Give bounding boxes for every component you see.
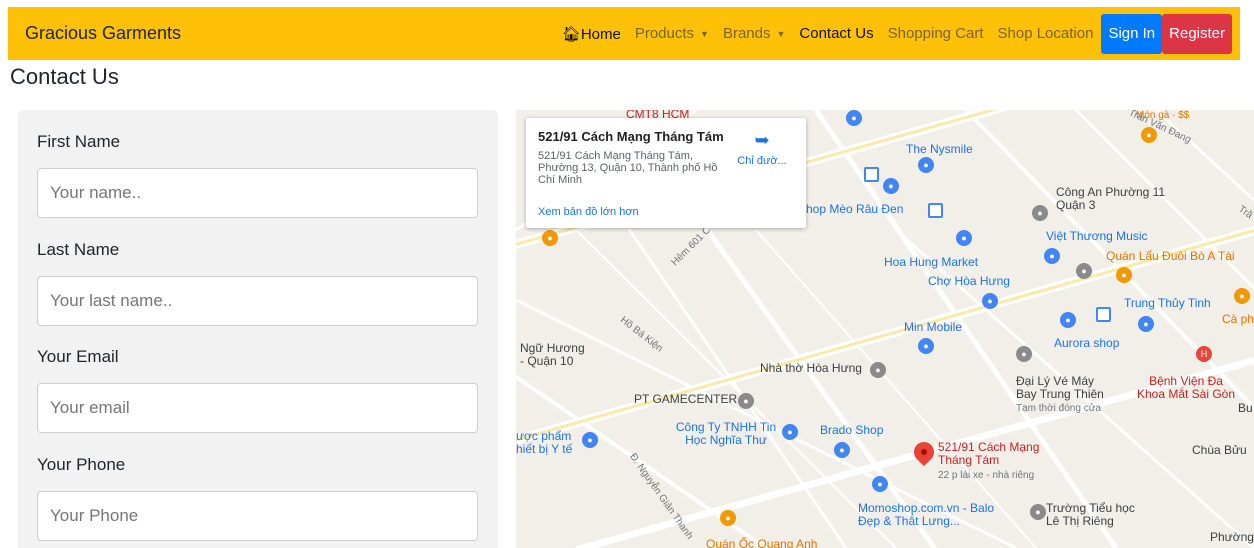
map-label-nguhuong: Ngữ Hương - Quận 10: [520, 341, 585, 368]
map-card-title: 521/91 Cách Mạng Tháng Tám: [538, 129, 724, 144]
nav-products[interactable]: Products ▼: [635, 25, 709, 42]
shop-pin-icon[interactable]: ●: [982, 293, 998, 309]
cafe-pin-icon[interactable]: ●: [1234, 288, 1250, 304]
map-label-benhvien: Bệnh Viện Đa Khoa Mắt Sài Gòn: [1136, 374, 1236, 401]
school-pin-icon[interactable]: ●: [1076, 263, 1092, 279]
home-icon: 🏠︎: [561, 25, 581, 43]
google-map[interactable]: CMT8 HCM Món gà · $$ Trần Văn Đang Trầ T…: [516, 110, 1254, 548]
email-label: Your Email: [37, 347, 119, 366]
map-label-truong: Trường Tiểu học Lê Thị Riêng: [1046, 501, 1135, 528]
brand-logo[interactable]: Gracious Garments: [25, 23, 181, 44]
map-label-nysmile: The Nysmile: [906, 142, 973, 156]
shop-pin-icon[interactable]: ●: [883, 178, 899, 194]
nav-location[interactable]: Shop Location: [998, 25, 1094, 42]
map-label-chuabuu: Chùa Bửu: [1192, 443, 1247, 457]
police-pin-icon[interactable]: ●: [1032, 205, 1048, 221]
school-pin-icon[interactable]: ●: [1030, 504, 1046, 520]
map-info-card: 521/91 Cách Mạng Tháng Tám 521/91 Cách M…: [526, 118, 806, 228]
map-label-ptgame: PT GAMECENTER: [634, 392, 738, 406]
register-button[interactable]: Register: [1162, 13, 1232, 54]
atm-pin-icon[interactable]: [864, 167, 879, 182]
shop-pin-icon[interactable]: ●: [834, 442, 850, 458]
directions-icon: ➥: [754, 130, 770, 150]
map-label-meo: hop Mèo Râu Đen: [806, 202, 904, 216]
shop-pin-icon[interactable]: ●: [782, 424, 798, 440]
map-label-brado: Brado Shop: [820, 423, 884, 437]
nav-products-label: Products: [634, 25, 695, 42]
map-label-bu: Bu: [1238, 401, 1253, 415]
nav-brands[interactable]: Brands ▼: [723, 25, 785, 42]
email-input[interactable]: [37, 383, 478, 433]
map-label-target-sub: 22 p lái xe - nhà riêng: [938, 470, 1035, 481]
camera-pin-icon[interactable]: ●: [1016, 346, 1032, 362]
map-label-vietthuong: Việt Thương Music: [1046, 229, 1148, 243]
restaurant-pin-icon[interactable]: ●: [542, 230, 558, 246]
directions-button[interactable]: ➥ Chỉ đườ...: [732, 130, 792, 169]
place-pin-icon[interactable]: ●: [738, 393, 754, 409]
map-label-caph: Cà ph: [1222, 312, 1254, 326]
music-pin-icon[interactable]: ●: [1044, 248, 1060, 264]
map-label-target: 521/91 Cách Mạng Tháng Tám: [938, 440, 1040, 467]
nav-menu: 🏠︎Home Products ▼ Brands ▼ Contact Us Shop…: [562, 7, 1240, 60]
map-label-nhatho: Nhà thờ Hòa Hưng: [760, 361, 862, 375]
nav-home-label: Home: [580, 25, 621, 43]
map-label-congan-visible: Công An Phường 11 Quận 3: [1056, 185, 1166, 212]
first-name-input[interactable]: [37, 168, 478, 218]
map-label-congty: Công Ty TNHH Tin Học Nghĩa Thư: [675, 420, 777, 447]
restaurant-pin-icon[interactable]: ●: [1141, 127, 1157, 143]
map-label-duocpham: ược phẩm hiết bị Y tế: [516, 429, 573, 456]
chevron-down-icon: ▼: [776, 29, 786, 40]
map-label-chohoahung: Chợ Hòa Hưng: [928, 274, 1010, 288]
shop-pin-icon[interactable]: ●: [918, 338, 934, 354]
restaurant-pin-icon[interactable]: ●: [720, 510, 736, 526]
phone-label: Your Phone: [37, 455, 126, 474]
map-label-daily: Đại Lý Vé Máy Bay Trung Thiên: [1016, 374, 1104, 401]
map-label-tamthoi: Tạm thời đóng cửa: [1016, 403, 1101, 414]
shop-pin-icon[interactable]: ●: [872, 476, 888, 492]
map-label-minmobile: Min Mobile: [904, 320, 963, 334]
map-card-address: 521/91 Cách Mạng Tháng Tám, Phường 13, Q…: [538, 150, 718, 186]
map-label-momo: Momoshop.com.vn - Balo Đẹp & Thắt Lưng..…: [858, 501, 995, 528]
pharmacy-pin-icon[interactable]: ●: [582, 432, 598, 448]
church-pin-icon[interactable]: ●: [870, 362, 886, 378]
last-name-label: Last Name: [37, 240, 120, 259]
navbar: Gracious Garments 🏠︎Home Products ▼ Brand…: [8, 7, 1240, 60]
shop-pin-icon[interactable]: ●: [956, 230, 972, 246]
shop-pin-icon[interactable]: ●: [1060, 312, 1076, 328]
phone-input[interactable]: [37, 491, 478, 541]
nav-cart[interactable]: Shopping Cart: [888, 25, 984, 42]
nav-home[interactable]: 🏠︎Home: [562, 25, 621, 43]
shop-pin-icon[interactable]: ●: [918, 157, 934, 173]
atm-pin-icon[interactable]: [1096, 307, 1111, 322]
contact-form: First Name Last Name Your Email Your Pho…: [18, 110, 498, 548]
larger-map-link[interactable]: Xem bản đồ lớn hơn: [538, 206, 639, 218]
map-label-quanoc: Quán Ốc Quang Anh: [706, 537, 818, 548]
page-title: Contact Us: [10, 64, 119, 89]
map-label-phuong: Phường: [1210, 530, 1254, 544]
map-label-aurora: Aurora shop: [1054, 336, 1120, 350]
atm-pin-icon[interactable]: [928, 203, 943, 218]
map-label-hoahung: Hoa Hung Market: [884, 255, 979, 269]
sign-in-button[interactable]: Sign In: [1101, 13, 1163, 54]
first-name-label: First Name: [37, 132, 121, 151]
chevron-down-icon: ▼: [700, 29, 709, 40]
shop-pin-icon[interactable]: ●: [846, 110, 862, 126]
hospital-pin-icon[interactable]: H: [1196, 346, 1212, 362]
nav-brands-label: Brands: [722, 25, 771, 42]
map-label-laudui: Quán Lẩu Đuôi Bò A Tài: [1106, 249, 1235, 263]
shop-pin-icon[interactable]: ●: [1138, 316, 1154, 332]
directions-label: Chỉ đườ...: [737, 155, 787, 167]
nav-contact[interactable]: Contact Us: [799, 25, 873, 42]
map-label-trungthuy: Trung Thủy Tinh: [1124, 296, 1211, 310]
last-name-input[interactable]: [37, 276, 478, 326]
restaurant-pin-icon[interactable]: ●: [1116, 267, 1132, 283]
